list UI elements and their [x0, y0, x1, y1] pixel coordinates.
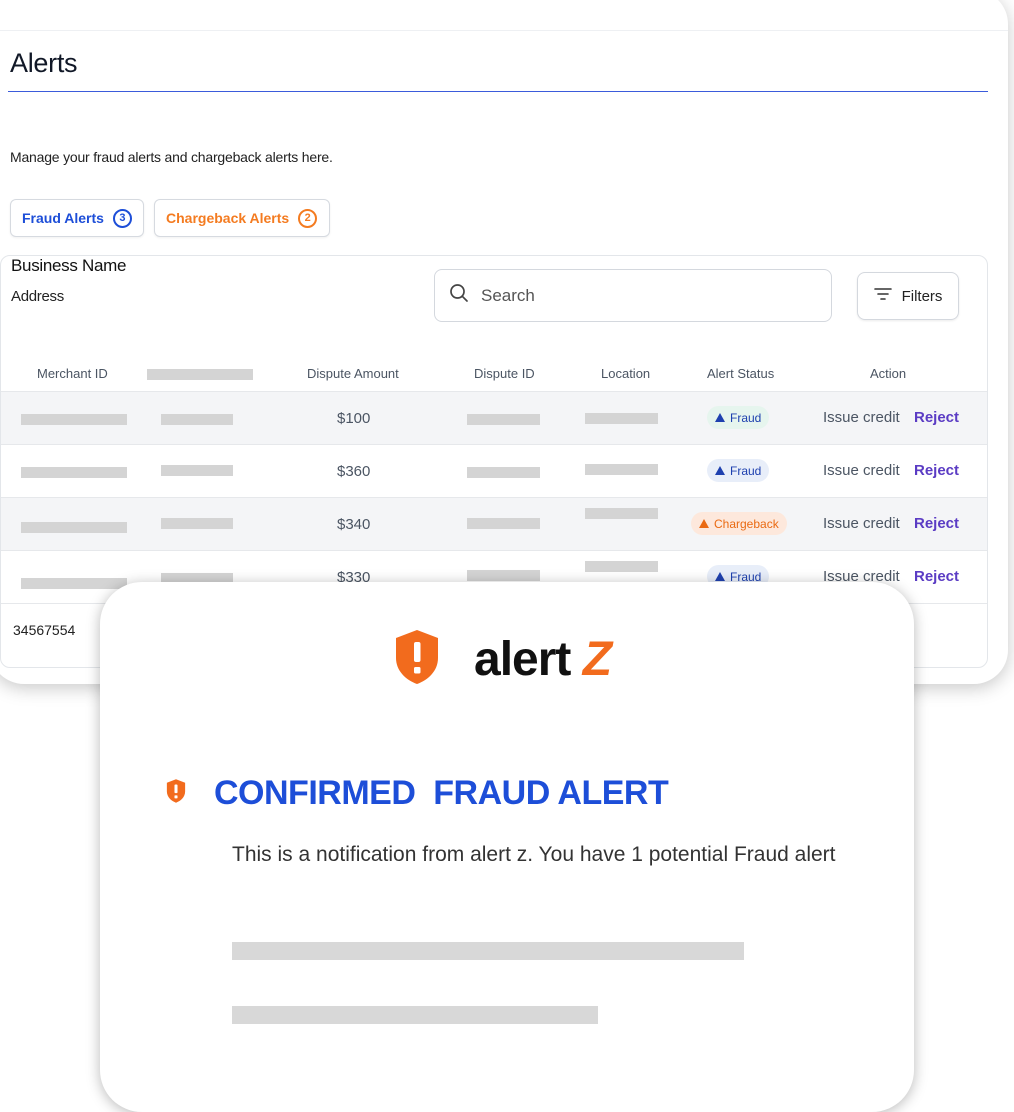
dispute-amount: $340	[337, 516, 371, 533]
table-header: Merchant ID Dispute Amount Dispute ID Lo…	[1, 356, 987, 396]
redacted-location	[585, 561, 658, 572]
table-row[interactable]: $100 Fraud Issue credit Reject	[1, 391, 987, 445]
tab-fraud-alerts[interactable]: Fraud Alerts 3	[10, 199, 144, 237]
business-name: Business Name	[11, 256, 127, 275]
warning-triangle-icon	[715, 413, 725, 422]
alert-heading: CONFIRMED FRAUD ALERT	[166, 774, 669, 813]
redacted-detail-line	[232, 1006, 598, 1024]
col-action: Action	[870, 366, 907, 381]
filters-button[interactable]: Filters	[857, 272, 959, 320]
redacted-column-header	[147, 369, 253, 380]
redacted-location	[585, 413, 658, 424]
chargeback-count-badge: 2	[298, 208, 318, 228]
status-label: Chargeback	[714, 516, 779, 531]
col-dispute-id[interactable]: Dispute ID	[474, 366, 535, 381]
redacted-location	[585, 508, 658, 519]
redacted-merchant-id	[21, 578, 127, 589]
status-label: Fraud	[730, 410, 762, 425]
redacted-dispute-id	[467, 467, 540, 478]
issue-credit-button[interactable]: Issue credit	[823, 462, 900, 479]
alert-message: This is a notification from alert z. You…	[232, 843, 836, 866]
status-label: Fraud	[730, 463, 762, 478]
tab-chargeback-alerts[interactable]: Chargeback Alerts 2	[154, 199, 330, 237]
filter-lines-icon	[873, 287, 892, 305]
brand-logo: alert Z	[394, 628, 612, 691]
redacted-dispute-id	[467, 414, 540, 425]
shield-exclamation-icon	[166, 778, 186, 809]
redacted-dispute-id	[467, 570, 540, 581]
search-icon	[449, 283, 469, 308]
col-location[interactable]: Location	[601, 366, 650, 381]
warning-triangle-icon	[715, 466, 725, 475]
redacted-cell	[161, 465, 233, 476]
title-underline	[8, 91, 988, 92]
fraud-count-badge: 3	[112, 208, 132, 228]
issue-credit-button[interactable]: Issue credit	[823, 515, 900, 532]
redacted-dispute-id	[467, 518, 540, 529]
redacted-cell	[161, 518, 233, 529]
alert-title: CONFIRMED FRAUD ALERT	[214, 774, 669, 812]
status-badge: Fraud	[707, 406, 770, 429]
brand-name: alert Z	[474, 632, 612, 687]
filters-label: Filters	[901, 287, 943, 305]
status-badge: Chargeback	[691, 512, 787, 535]
merchant-id-value: 34567554	[13, 622, 76, 638]
status-badge: Fraud	[707, 459, 770, 482]
business-address: Address	[11, 288, 64, 305]
col-merchant-id[interactable]: Merchant ID	[37, 366, 108, 381]
col-dispute-amount[interactable]: Dispute Amount	[307, 366, 399, 381]
redacted-detail-line	[232, 942, 744, 960]
shield-exclamation-icon	[394, 628, 440, 691]
warning-triangle-icon	[699, 519, 709, 528]
dispute-amount: $100	[337, 410, 371, 427]
tab-fraud-alerts-label: Fraud Alerts	[22, 210, 104, 226]
brand-word: alert	[474, 633, 571, 686]
page-title: Alerts	[10, 48, 78, 78]
table-row[interactable]: $340 Chargeback Issue credit Reject	[1, 497, 987, 551]
page-subtitle: Manage your fraud alerts and chargeback …	[10, 149, 333, 165]
reject-button[interactable]: Reject	[914, 515, 959, 532]
tab-chargeback-alerts-label: Chargeback Alerts	[166, 210, 290, 226]
dispute-amount: $360	[337, 463, 371, 480]
redacted-cell	[161, 414, 233, 425]
search-input[interactable]	[479, 284, 783, 307]
col-alert-status[interactable]: Alert Status	[707, 366, 774, 381]
redacted-merchant-id	[21, 522, 127, 533]
redacted-merchant-id	[21, 467, 127, 478]
redacted-location	[585, 464, 658, 475]
reject-button[interactable]: Reject	[914, 462, 959, 479]
redacted-merchant-id	[21, 414, 127, 425]
brand-accent-letter: Z	[582, 633, 612, 686]
fraud-notification-card: alert Z CONFIRMED FRAUD ALERT This is a …	[100, 582, 914, 1112]
issue-credit-button[interactable]: Issue credit	[823, 409, 900, 426]
search-field[interactable]	[434, 269, 832, 322]
reject-button[interactable]: Reject	[914, 409, 959, 426]
top-divider	[0, 30, 1008, 31]
table-row[interactable]: $360 Fraud Issue credit Reject	[1, 444, 987, 498]
warning-triangle-icon	[715, 572, 725, 581]
reject-button[interactable]: Reject	[914, 568, 959, 585]
